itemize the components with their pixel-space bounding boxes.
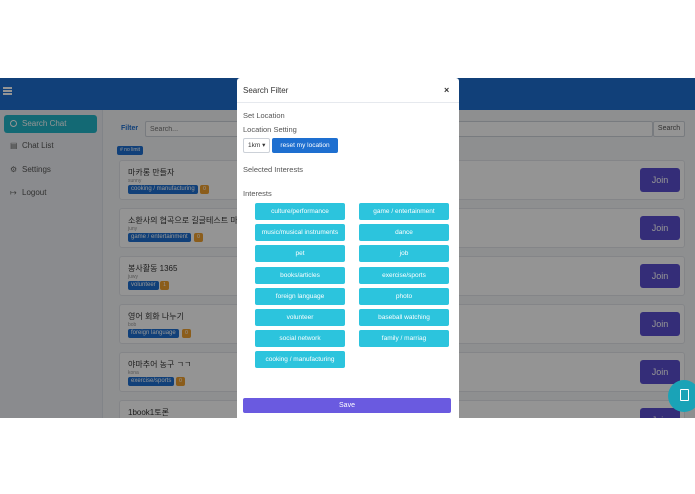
interest-chip[interactable]: exercise/sports [359, 267, 449, 284]
interest-chip[interactable]: pet [255, 245, 345, 262]
page-root: Search Chat ▤ Chat List ⚙ Settings ↦ Log… [0, 0, 695, 494]
interest-chip[interactable]: culture/performance [255, 203, 345, 220]
interest-chip[interactable]: photo [359, 288, 449, 305]
location-setting-label: Location Setting [243, 125, 297, 134]
interest-chip[interactable]: cooking / manufacturing [255, 351, 345, 368]
interests-heading: Interests [243, 189, 272, 198]
set-location-heading: Set Location [243, 111, 285, 120]
interest-chip[interactable]: books/articles [255, 267, 345, 284]
create-room-fab-icon[interactable] [668, 380, 695, 412]
close-icon[interactable]: × [444, 85, 449, 95]
modal-header: Search Filter × [237, 78, 459, 103]
selected-interests-heading: Selected Interests [243, 165, 304, 174]
interest-chip[interactable]: music/musical instruments [255, 224, 345, 241]
search-filter-modal: Search Filter × Set Location Location Se… [237, 78, 459, 418]
interest-chip[interactable]: job [359, 245, 449, 262]
distance-select[interactable]: 1km ▾ [243, 138, 270, 153]
interest-chip[interactable]: foreign language [255, 288, 345, 305]
interest-chip[interactable]: volunteer [255, 309, 345, 326]
modal-title: Search Filter [243, 86, 289, 95]
interest-chip[interactable]: baseball watching [359, 309, 449, 326]
interest-chip[interactable]: family / marriag [359, 330, 449, 347]
save-button[interactable]: Save [243, 398, 451, 413]
reset-location-button[interactable]: reset my location [272, 138, 338, 153]
interest-chip[interactable]: social network [255, 330, 345, 347]
interest-chip[interactable]: game / entertainment [359, 203, 449, 220]
interest-chip[interactable]: dance [359, 224, 449, 241]
